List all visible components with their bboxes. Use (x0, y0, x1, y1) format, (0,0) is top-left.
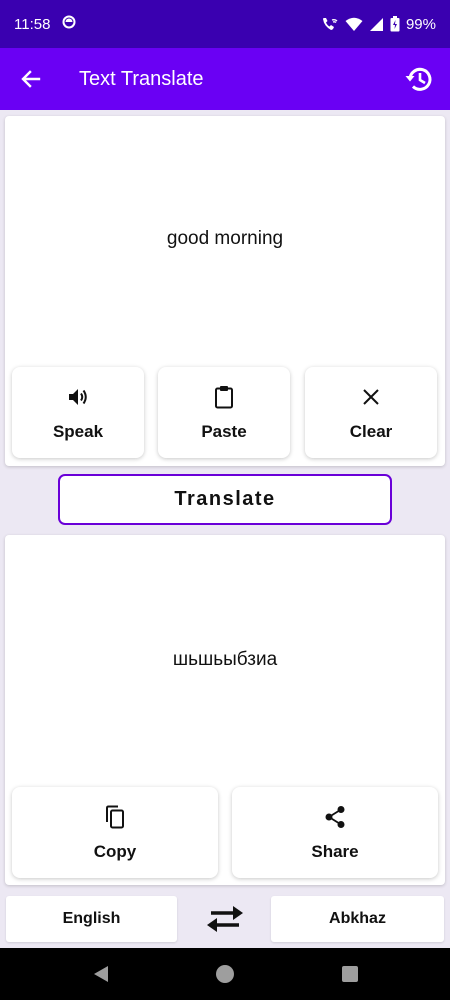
copy-label: Copy (93, 841, 137, 861)
paste-button[interactable]: Paste (158, 367, 290, 458)
arrow-back-icon (21, 70, 41, 88)
copy-button[interactable]: Copy (12, 787, 218, 878)
source-language-label: English (62, 910, 121, 927)
signal-icon (369, 17, 384, 32)
clear-label: Clear (349, 421, 393, 441)
wifi-icon (345, 17, 363, 32)
speak-label: Speak (52, 421, 104, 441)
output-card: шьшьыбзиа Copy Share (5, 535, 445, 885)
status-time: 11:58 (14, 15, 51, 33)
share-icon (324, 804, 346, 830)
speak-button[interactable]: Speak (12, 367, 144, 458)
speaker-icon (67, 384, 89, 410)
app-bar: Text Translate (0, 48, 450, 110)
source-language-button[interactable]: English (6, 896, 177, 942)
target-language-button[interactable]: Abkhaz (271, 896, 444, 942)
close-icon (362, 384, 380, 410)
copy-icon (104, 804, 126, 830)
nav-home-icon (216, 965, 234, 983)
nav-recents-button[interactable] (338, 962, 362, 986)
back-button[interactable] (0, 48, 62, 110)
system-nav-bar (0, 948, 450, 1000)
paste-label: Paste (201, 421, 247, 441)
translate-button[interactable]: Translate (58, 474, 392, 525)
input-text[interactable]: good morning (5, 228, 445, 250)
swap-arrows-icon (207, 906, 243, 932)
battery-icon (390, 16, 400, 32)
history-button[interactable] (388, 48, 450, 110)
share-button[interactable]: Share (232, 787, 438, 878)
output-text: шьшьыбзиа (172, 649, 278, 670)
nav-back-icon (94, 966, 108, 982)
notification-icon (62, 15, 76, 33)
battery-level: 99% (405, 15, 436, 33)
nav-home-button[interactable] (213, 962, 237, 986)
status-bar: 11:58 99% (0, 0, 450, 48)
nav-recents-icon (342, 966, 358, 982)
target-language-label: Abkhaz (329, 910, 386, 927)
wifi-call-icon (321, 16, 339, 32)
input-card: good morning Speak Paste Clear (5, 116, 445, 466)
share-label: Share (311, 841, 359, 861)
page-title: Text Translate (79, 67, 204, 90)
nav-back-button[interactable] (89, 962, 113, 986)
history-icon (405, 67, 432, 91)
swap-languages-button[interactable] (198, 898, 252, 940)
clear-button[interactable]: Clear (305, 367, 437, 458)
clipboard-icon (214, 384, 234, 410)
